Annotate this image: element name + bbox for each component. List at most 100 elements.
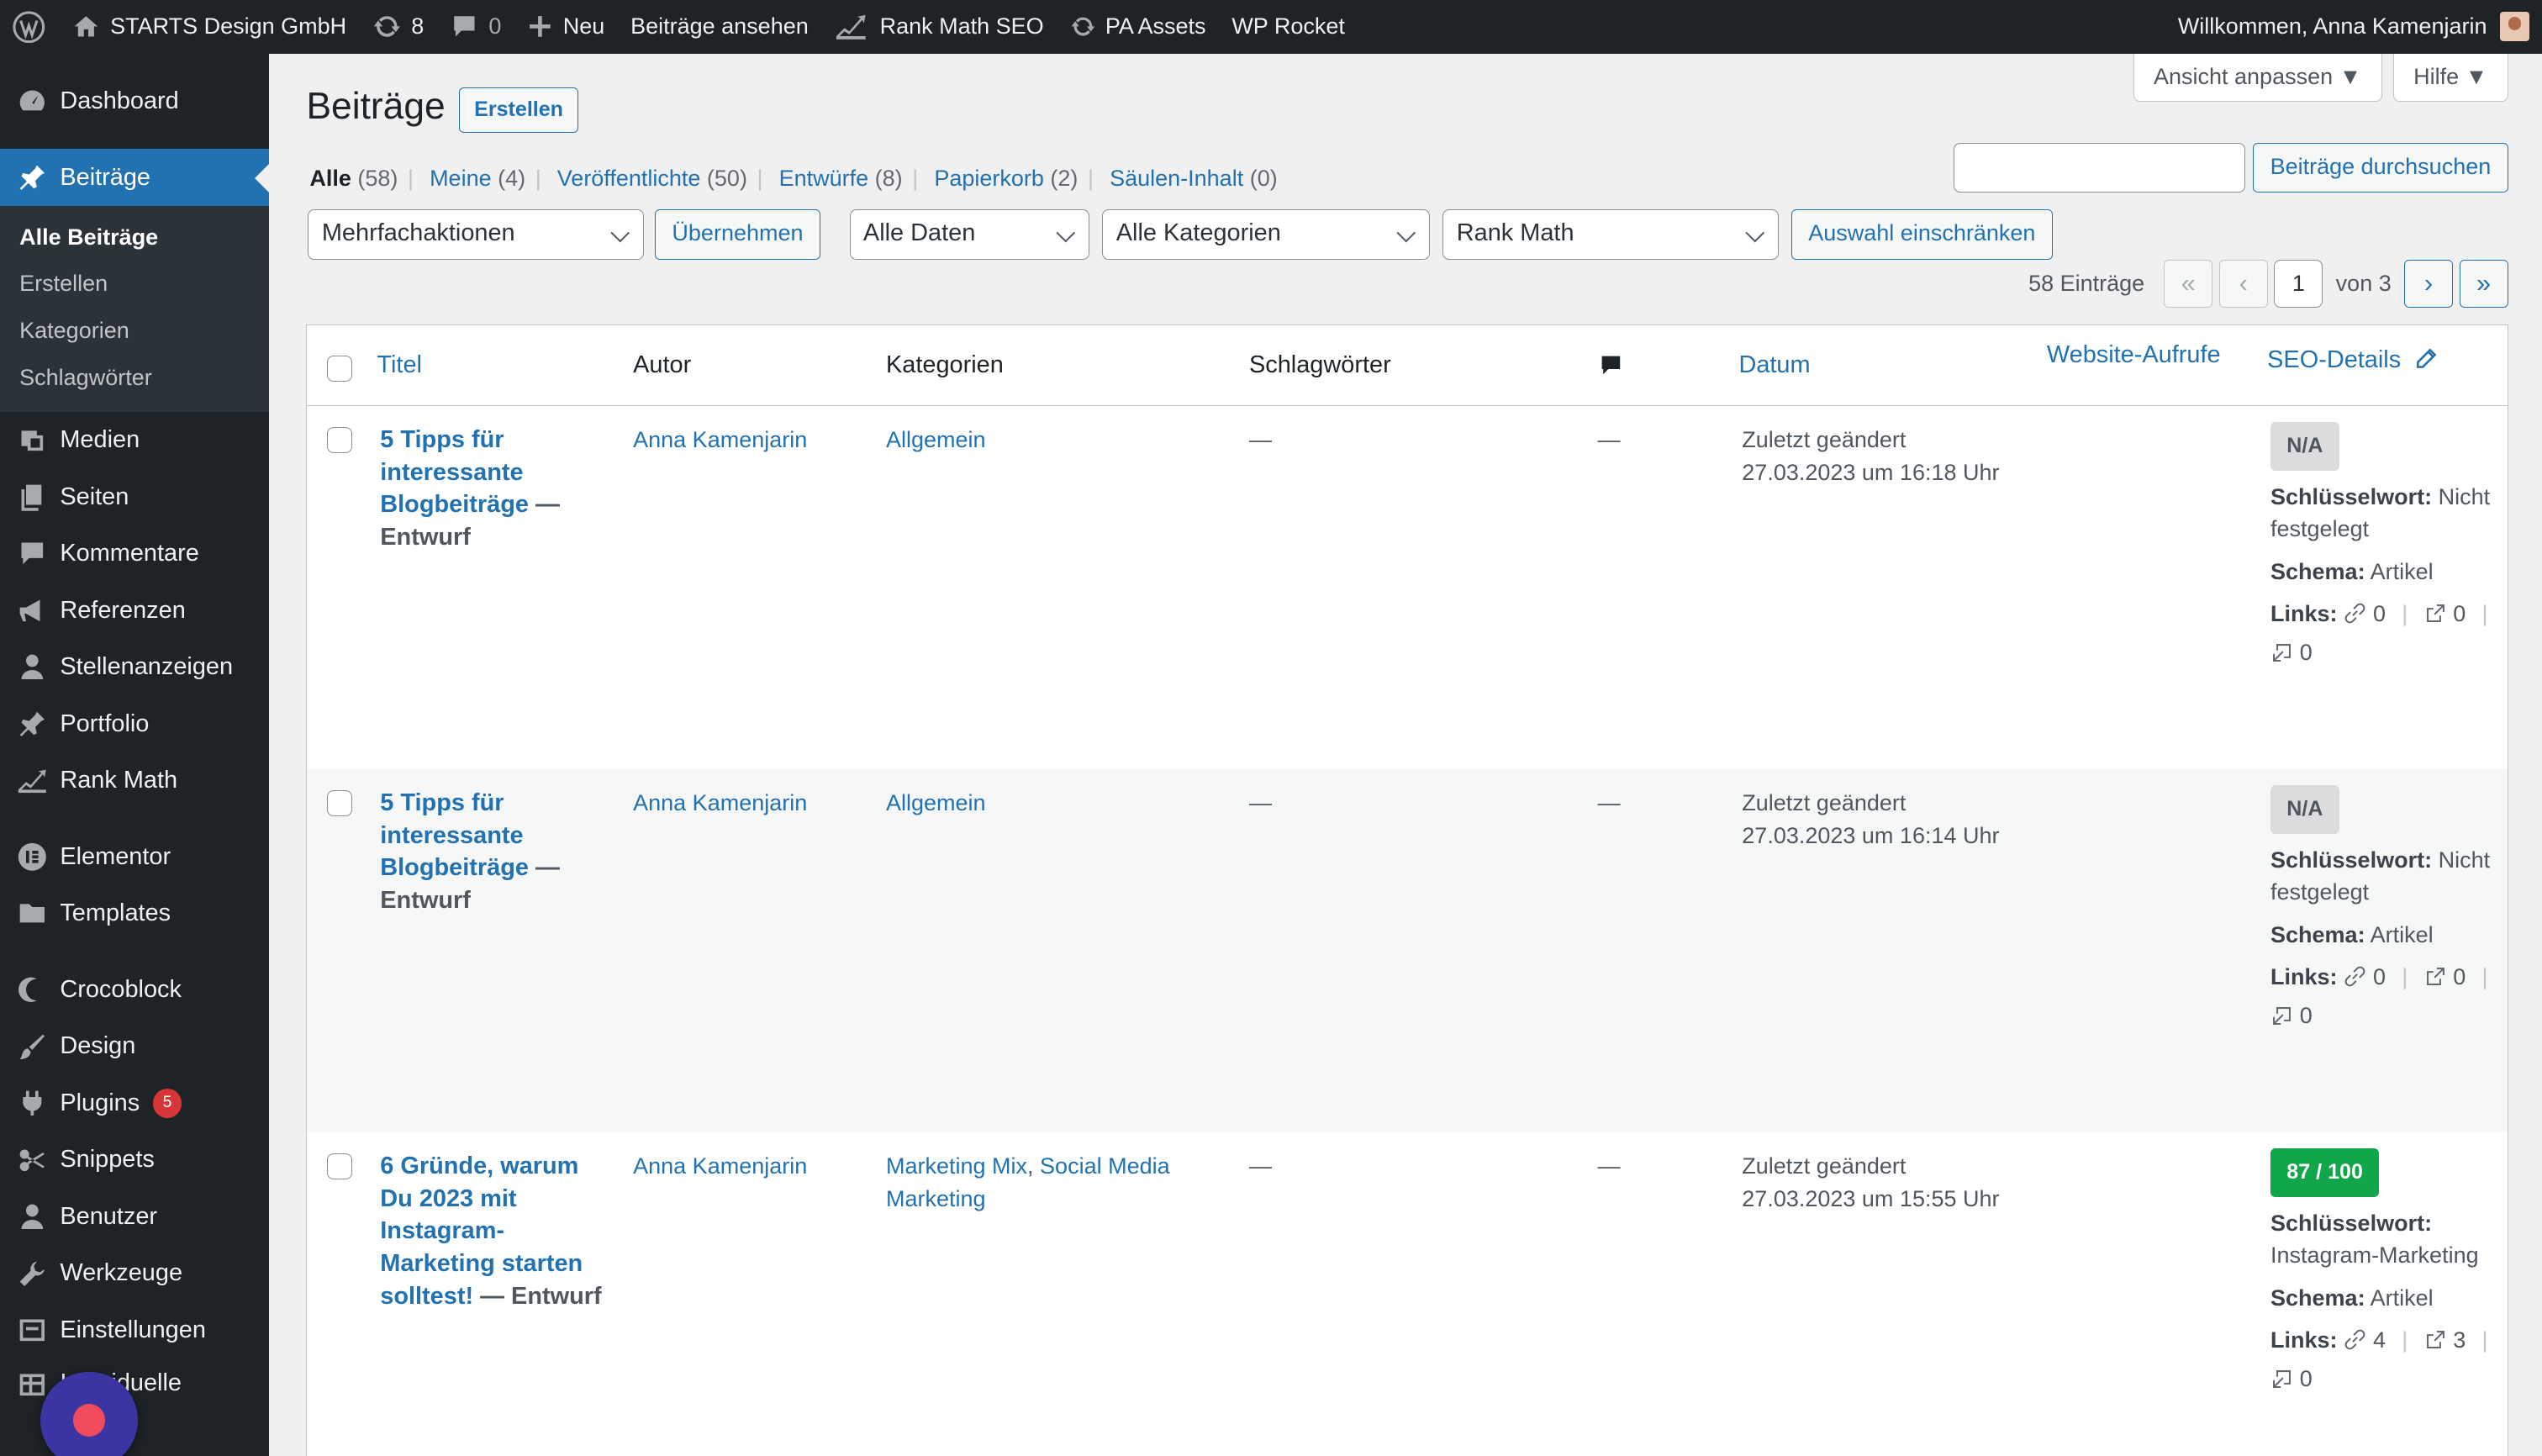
menu-plugins[interactable]: Plugins 5	[0, 1075, 269, 1132]
menu-rankmath[interactable]: Rank Math	[0, 752, 269, 810]
pa-assets-link[interactable]: PA Assets	[1057, 0, 1219, 54]
menu-crocoblock[interactable]: Crocoblock	[0, 962, 269, 1019]
menu-dashboard[interactable]: Dashboard	[0, 73, 269, 130]
submenu-create[interactable]: Erstellen	[0, 261, 269, 308]
admin-bar: STARTS Design GmbH 8 0 Neu Beiträge anse…	[0, 0, 2542, 54]
menu-references[interactable]: Referenzen	[0, 582, 269, 639]
post-category[interactable]: Marketing Mix	[886, 1153, 1027, 1179]
menu-templates[interactable]: Templates	[0, 885, 269, 942]
submenu-categories[interactable]: Kategorien	[0, 308, 269, 355]
column-seo-details[interactable]: SEO-Details	[2267, 346, 2439, 374]
filter-drafts[interactable]: Entwürfe	[779, 166, 869, 191]
filter-columns[interactable]: Säulen-Inhalt	[1110, 166, 1243, 191]
internal-link-icon	[2344, 604, 2365, 624]
menu-posts-label: Beiträge	[60, 163, 151, 191]
select-all-checkbox[interactable]	[326, 356, 353, 382]
menu-tools[interactable]: Werkzeuge	[0, 1245, 269, 1302]
menu-snippets[interactable]: Snippets	[0, 1132, 269, 1189]
post-category[interactable]: Allgemein	[886, 424, 1194, 456]
screen-options-button[interactable]: Ansicht anpassen ▼	[2133, 53, 2382, 103]
menu-comments-label: Kommentare	[60, 540, 199, 567]
post-comments: —	[1597, 1153, 1621, 1179]
updates-link[interactable]: 8	[360, 0, 437, 54]
bulk-actions-select[interactable]: Mehrfachaktionen	[308, 208, 644, 260]
menu-elementor[interactable]: Elementor	[0, 828, 269, 885]
search-posts-button[interactable]: Beiträge durchsuchen	[2253, 142, 2508, 193]
post-author[interactable]: Anna Kamenjarin	[633, 424, 807, 456]
internal-link-icon	[2344, 1330, 2365, 1350]
post-category[interactable]: Allgemein	[886, 787, 1194, 820]
next-page-button[interactable]: ›	[2404, 259, 2453, 309]
wp-rocket-link[interactable]: WP Rocket	[1219, 0, 1358, 54]
table-row: 6 Gründe, warum Du 2023 mit Instagram-Ma…	[307, 1132, 2507, 1456]
updates-count: 8	[411, 13, 425, 40]
post-author[interactable]: Anna Kamenjarin	[633, 787, 807, 820]
post-title-link[interactable]: 5 Tipps für interessante Blogbeiträge	[380, 789, 529, 881]
user-greeting[interactable]: Willkommen, Anna Kamenjarin	[2178, 13, 2487, 40]
menu-settings[interactable]: Einstellungen	[0, 1302, 269, 1359]
post-date: Zuletzt geändert 27.03.2023 um 16:18 Uhr	[1742, 424, 1999, 488]
settings-icon	[16, 1314, 49, 1347]
schema-value: Artikel	[2370, 921, 2434, 947]
search-input[interactable]	[1953, 142, 2245, 193]
last-page-button[interactable]: »	[2459, 259, 2508, 309]
seo-details: 87 / 100 Schlüsselwort: Instagram-Market…	[2270, 1148, 2501, 1395]
rank-math-seo-link[interactable]: Rank Math SEO	[821, 0, 1057, 54]
create-post-button[interactable]: Erstellen	[458, 87, 579, 134]
row-checkbox[interactable]	[326, 790, 353, 817]
new-link[interactable]: Neu	[514, 0, 618, 54]
help-button[interactable]: Hilfe ▼	[2393, 53, 2508, 103]
filter-button[interactable]: Auswahl einschränken	[1790, 208, 2053, 260]
pa-assets-label: PA Assets	[1105, 13, 1206, 40]
categories-select[interactable]: Alle Kategorien	[1102, 208, 1430, 260]
current-page-input[interactable]: 1	[2274, 259, 2323, 309]
menu-jobs[interactable]: Stellenanzeigen	[0, 639, 269, 696]
post-author[interactable]: Anna Kamenjarin	[633, 1150, 807, 1183]
menu-design[interactable]: Design	[0, 1018, 269, 1075]
incoming-link-icon	[2273, 1006, 2291, 1025]
menu-users-label: Benutzer	[60, 1202, 158, 1230]
filter-all[interactable]: Alle	[309, 166, 351, 191]
column-website-views[interactable]: Website-Aufrufe	[2047, 341, 2221, 369]
post-title-link[interactable]: 5 Tipps für interessante Blogbeiträge	[380, 426, 529, 518]
site-name-link[interactable]: STARTS Design GmbH	[58, 0, 359, 54]
filter-published[interactable]: Veröffentlichte	[557, 166, 701, 191]
dates-select[interactable]: Alle Daten	[849, 208, 1089, 260]
incoming-links-count: 0	[2299, 639, 2313, 665]
apply-button[interactable]: Übernehmen	[655, 208, 820, 260]
rankmath-select[interactable]: Rank Math	[1442, 208, 1779, 260]
menu-media[interactable]: Medien	[0, 412, 269, 469]
column-title[interactable]: Titel	[377, 351, 422, 379]
menu-pages[interactable]: Seiten	[0, 468, 269, 525]
filter-trash[interactable]: Papierkorb	[934, 166, 1044, 191]
date-value: 27.03.2023 um 16:14 Uhr	[1742, 822, 2000, 848]
internal-links-count: 4	[2372, 1327, 2386, 1353]
menu-portfolio[interactable]: Portfolio	[0, 695, 269, 752]
comment-bubble-icon	[454, 16, 475, 37]
submenu-all-posts[interactable]: Alle Beiträge	[0, 214, 269, 261]
avatar[interactable]	[2499, 12, 2529, 42]
view-posts-link[interactable]: Beiträge ansehen	[618, 0, 822, 54]
row-checkbox[interactable]	[326, 427, 353, 454]
menu-users[interactable]: Benutzer	[0, 1189, 269, 1246]
post-categories: Marketing Mix, Social Media Marketing	[885, 1153, 1170, 1211]
keyword-label: Schlüsselwort:	[2270, 1210, 2433, 1236]
column-categories: Kategorien	[885, 351, 1004, 378]
table-row: 5 Tipps für interessante Blogbeiträge — …	[307, 769, 2508, 1133]
date-value: 27.03.2023 um 15:55 Uhr	[1742, 1185, 2000, 1211]
comments-column-icon[interactable]	[1598, 352, 1624, 385]
menu-posts[interactable]: Beiträge	[0, 149, 270, 206]
external-links-count: 0	[2453, 963, 2466, 989]
internal-links-count: 0	[2372, 600, 2386, 626]
row-checkbox[interactable]	[326, 1153, 353, 1180]
column-date[interactable]: Datum	[1738, 351, 1810, 379]
comments-link[interactable]: 0	[437, 0, 514, 54]
wordpress-logo-icon[interactable]	[0, 0, 58, 54]
menu-comments[interactable]: Kommentare	[0, 525, 269, 583]
submenu-tags[interactable]: Schlagwörter	[0, 355, 269, 402]
keyword-value: Instagram-Marketing	[2270, 1242, 2479, 1269]
filter-mine[interactable]: Meine	[430, 166, 492, 191]
column-seo-label: SEO-Details	[2267, 346, 2402, 373]
filter-mine-count: (4)	[498, 165, 526, 191]
keyword-label: Schlüsselwort:	[2270, 847, 2433, 873]
